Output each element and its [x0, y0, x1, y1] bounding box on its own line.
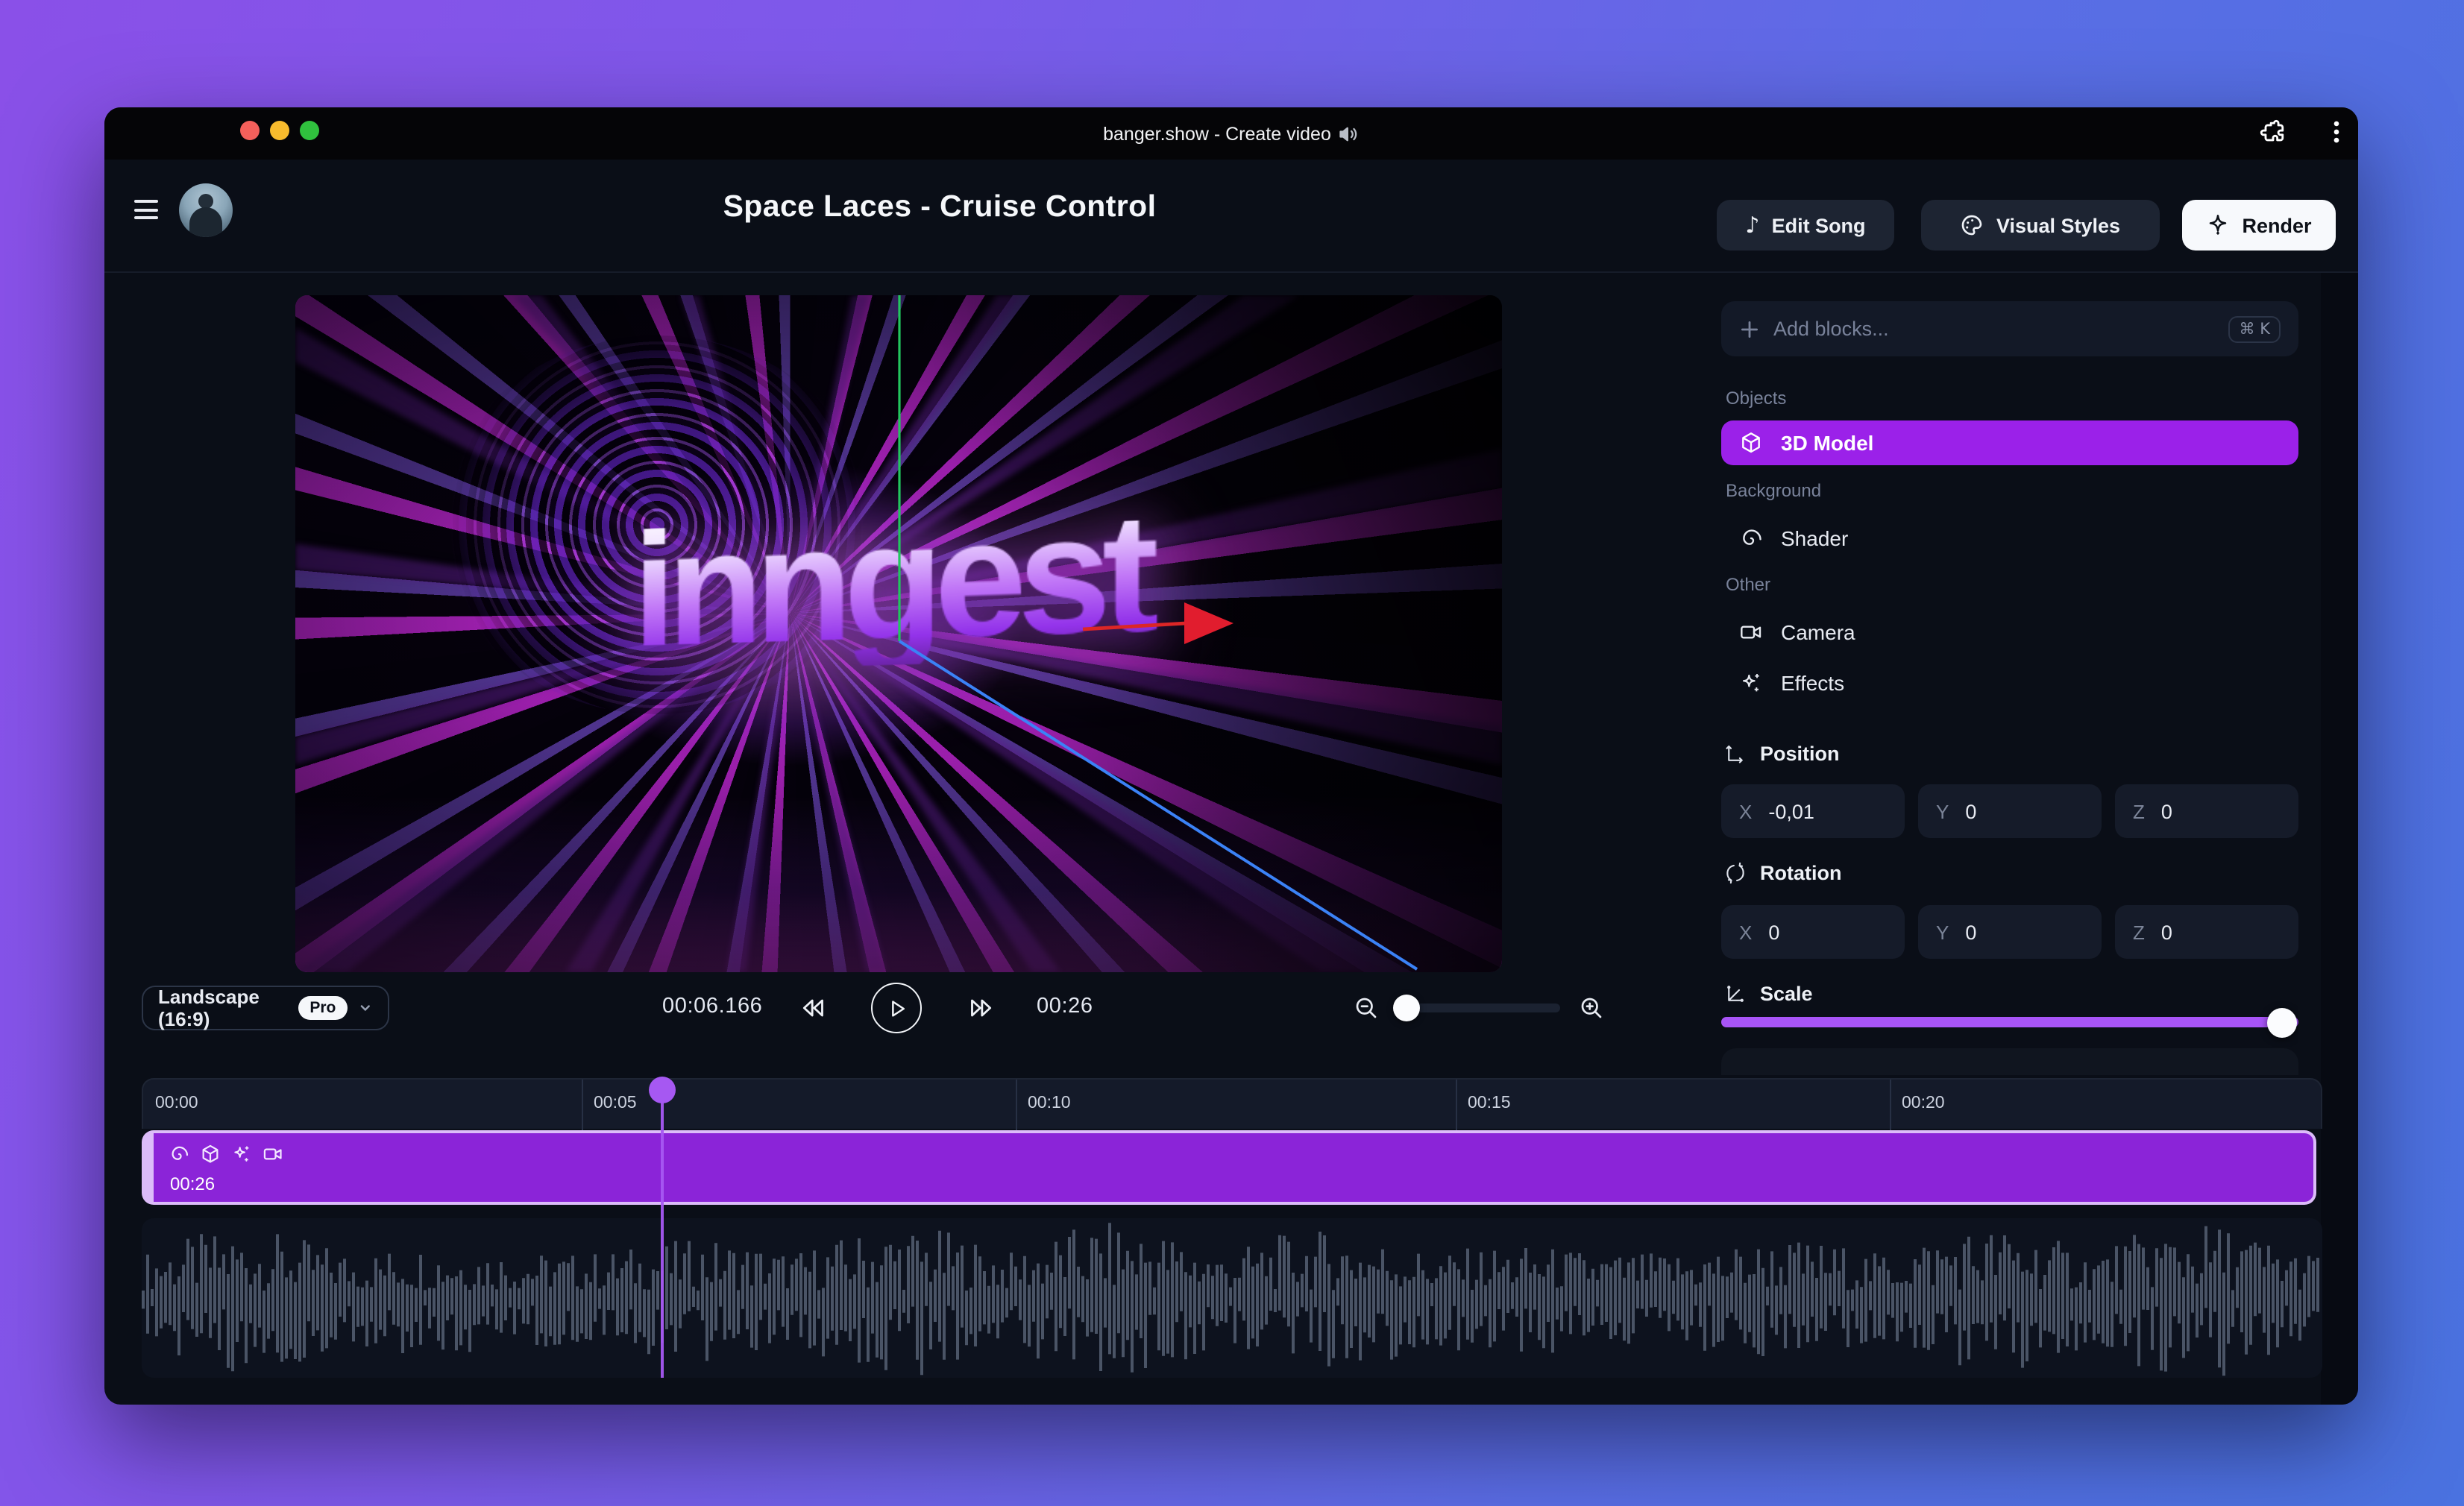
zoom-in-button[interactable]	[1566, 983, 1617, 1033]
timeline-clip[interactable]: 00:26	[142, 1130, 2316, 1205]
ruler-label: 00:10	[1028, 1094, 1071, 1112]
sidebar-item-shader[interactable]: Shader	[1721, 517, 2298, 559]
scale-header: Scale	[1724, 983, 1813, 1005]
sidebar-item-3d-model[interactable]: 3D Model	[1721, 420, 2298, 465]
scale-3d-icon	[1727, 986, 1744, 1002]
timeline-zoom-slider-thumb[interactable]	[1393, 995, 1420, 1021]
transform-gizmo	[898, 295, 1418, 971]
section-label-objects: Objects	[1726, 388, 1787, 409]
current-time: 00:06.166	[662, 995, 763, 1018]
app-window: banger.show - Create video Space Laces -…	[104, 107, 2358, 1405]
add-blocks-placeholder: Add blocks...	[1773, 318, 1889, 340]
cube-icon	[1742, 432, 1760, 453]
spiral-icon	[1743, 529, 1761, 545]
browser-menu-kebab-icon[interactable]	[2322, 118, 2351, 146]
cube-icon	[202, 1144, 219, 1163]
fast-forward-button[interactable]	[956, 983, 1007, 1033]
sparkles-icon	[234, 1146, 249, 1162]
music-note-icon: ♪	[1745, 212, 1760, 239]
scale-slider[interactable]	[1721, 1007, 2298, 1037]
chevron-down-icon	[361, 1005, 371, 1012]
zoom-out-button[interactable]	[1341, 983, 1392, 1033]
video-preview-viewport[interactable]: inngest	[295, 295, 1502, 972]
pro-badge: Pro	[298, 996, 348, 1020]
sidebar-item-effects[interactable]: Effects	[1721, 662, 2298, 704]
edit-song-button[interactable]: ♪ Edit Song	[1717, 200, 1894, 251]
rotation-x-input[interactable]: X0	[1721, 905, 1905, 959]
visual-styles-button[interactable]: Visual Styles	[1921, 200, 2160, 251]
render-button[interactable]: Render	[2182, 200, 2336, 251]
next-panel-partial	[1721, 1048, 2298, 1075]
scale-slider-thumb[interactable]	[2267, 1007, 2297, 1037]
rotate-3d-icon	[1726, 862, 1744, 884]
clip-block-icons	[169, 1144, 283, 1165]
avatar[interactable]	[179, 183, 233, 237]
ruler-label: 00:15	[1468, 1094, 1511, 1112]
app-header: Space Laces - Cruise Control ♪ Edit Song…	[104, 160, 2358, 273]
shortcut-badge: ⌘ K	[2228, 315, 2281, 342]
play-icon	[891, 1000, 904, 1016]
zoom-in-icon	[1581, 998, 1602, 1018]
page-title: Space Laces - Cruise Control	[723, 189, 1157, 224]
position-z-input[interactable]: Z0	[2115, 784, 2298, 838]
gizmo-z-axis	[898, 640, 1418, 971]
rewind-icon	[802, 999, 823, 1017]
rotation-inputs: X0 Y0 Z0	[1721, 905, 2298, 959]
sparkle-icon	[2210, 215, 2227, 235]
position-x-input[interactable]: X -0,01	[1721, 784, 1905, 838]
playhead-handle[interactable]	[649, 1077, 676, 1103]
aspect-ratio-dropdown[interactable]: Landscape (16:9) Pro	[142, 986, 389, 1030]
gizmo-x-axis	[1082, 621, 1187, 631]
titlebar: banger.show - Create video	[104, 107, 2358, 160]
section-label-other: Other	[1726, 574, 1771, 595]
ruler-label: 00:20	[1902, 1094, 1945, 1112]
ruler-label: 00:00	[155, 1094, 198, 1112]
hamburger-menu-icon[interactable]	[134, 200, 158, 219]
speaker-icon	[1340, 126, 1358, 141]
move-3d-icon	[1726, 745, 1743, 763]
palette-icon	[1962, 215, 1983, 236]
extensions-puzzle-icon[interactable]	[2258, 118, 2287, 146]
video-camera-icon	[1741, 626, 1761, 639]
total-duration: 00:26	[1037, 995, 1093, 1018]
spiral-icon	[172, 1146, 189, 1160]
properties-sidebar: Add blocks... ⌘ K Objects 3D Model Backg…	[1721, 295, 2298, 1075]
aspect-ratio-label: Landscape (16:9)	[158, 986, 260, 1030]
play-button[interactable]	[871, 983, 922, 1033]
fast-forward-icon	[971, 999, 992, 1017]
section-label-background: Background	[1726, 480, 1822, 501]
zoom-out-icon	[1356, 998, 1377, 1018]
timeline-ruler[interactable]: 00:00 00:05 00:10 00:15 00:20	[142, 1078, 2322, 1130]
window-title: banger.show - Create video	[104, 107, 2358, 160]
audio-waveform[interactable]	[142, 1218, 2322, 1378]
rotation-header: Rotation	[1724, 862, 1842, 884]
add-blocks-input[interactable]: Add blocks... ⌘ K	[1721, 301, 2298, 356]
video-camera-icon	[263, 1148, 282, 1160]
clip-duration-label: 00:26	[170, 1173, 216, 1194]
rotation-y-input[interactable]: Y0	[1918, 905, 2102, 959]
position-y-input[interactable]: Y0	[1918, 784, 2102, 838]
sparkles-icon	[1743, 674, 1759, 692]
desktop: banger.show - Create video Space Laces -…	[0, 0, 2464, 1506]
sidebar-item-camera[interactable]: Camera	[1721, 611, 2298, 653]
rewind-button[interactable]	[788, 983, 838, 1033]
rotation-z-input[interactable]: Z0	[2115, 905, 2298, 959]
timeline: 00:00 00:05 00:10 00:15 00:20 00:26	[142, 1077, 2322, 1378]
timeline-zoom-slider[interactable]	[1393, 995, 1560, 1021]
ruler-label: 00:05	[594, 1094, 637, 1112]
waveform-graphic	[142, 1223, 2319, 1376]
sidebar-scroll-gutter	[2321, 273, 2358, 1405]
playhead-line	[661, 1078, 664, 1378]
position-header: Position	[1724, 743, 1840, 765]
plus-icon	[1741, 320, 1759, 338]
position-inputs: X -0,01 Y0 Z0	[1721, 784, 2298, 838]
gizmo-x-arrow	[1184, 602, 1233, 644]
